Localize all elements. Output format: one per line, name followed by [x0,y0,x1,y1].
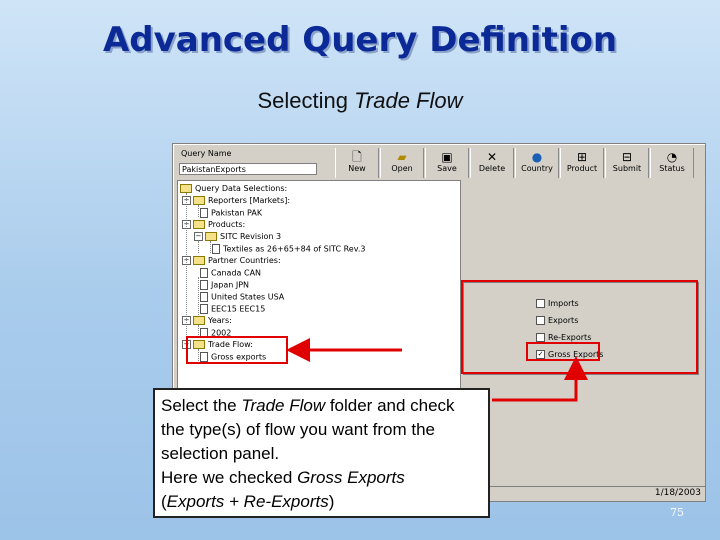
folder-icon [193,220,205,229]
document-icon [200,292,208,302]
collapse-icon[interactable]: − [182,316,191,325]
tree-products-label: Products: [208,220,246,229]
slide-subtitle: Selecting Trade Flow [0,88,720,114]
collapse-icon[interactable]: − [182,220,191,229]
slide-title: Advanced Query Definition [102,20,618,60]
collapse-icon[interactable]: − [182,196,191,205]
tree-years[interactable]: − Years: [182,316,232,326]
tree-partners[interactable]: − Partner Countries: [182,256,281,266]
tree-item-label: United States USA [211,292,285,302]
status-label: Status [659,164,685,173]
status-date: 1/18/2003 [654,488,701,498]
delete-button[interactable]: ✕ Delete [470,148,514,178]
save-button[interactable]: ▣ Save [425,148,469,178]
country-button[interactable]: ● Country [515,148,559,178]
callout-text: ) [328,492,335,511]
submit-icon: ⊟ [621,150,633,164]
document-icon [200,208,208,218]
status-icon: ◔ [666,150,678,164]
document-icon [200,268,208,278]
tree-sitc[interactable]: − SITC Revision 3 [194,232,281,242]
subtitle-emph: Trade Flow [354,88,463,113]
product-label: Product [566,164,598,173]
callout-text: Here we checked [161,468,298,487]
tree-item-label: Pakistan PAK [211,208,263,218]
tree-years-label: Years: [208,316,232,325]
folder-icon [193,256,205,265]
tree-product-item[interactable]: Textiles as 26+65+84 of SITC Rev.3 [212,244,365,255]
tree-root[interactable]: Query Data Selections: [180,184,287,194]
query-name-input[interactable]: PakistanExports [179,163,317,175]
submit-button[interactable]: ⊟ Submit [605,148,649,178]
tradeflow-highlight [186,336,288,364]
new-icon: 🗋 [352,150,362,164]
folder-icon [180,184,192,193]
collapse-icon[interactable]: − [194,232,203,241]
open-icon: ▰ [397,150,407,164]
tree-item-label: Canada CAN [211,268,262,278]
tree-partner-item[interactable]: EEC15 EEC15 [200,304,265,315]
tree-reporters-label: Reporters [Markets]: [208,196,291,205]
collapse-icon[interactable]: − [182,256,191,265]
new-button[interactable]: 🗋 New [335,148,379,178]
instruction-callout: Select the Trade Flow folder and check t… [153,388,490,518]
product-icon: ⊞ [576,150,588,164]
tree-item-label: Textiles as 26+65+84 of SITC Rev.3 [223,244,366,254]
open-label: Open [391,164,413,173]
subtitle-prefix: Selecting [257,88,355,113]
document-icon [200,304,208,314]
tree-partner-item[interactable]: United States USA [200,292,284,303]
tree-partner-item[interactable]: Canada CAN [200,268,261,279]
open-button[interactable]: ▰ Open [380,148,424,178]
status-button[interactable]: ◔ Status [650,148,694,178]
callout-text: Select the [161,396,242,415]
folder-icon [205,232,217,241]
save-icon: ▣ [441,150,453,164]
save-label: Save [437,164,457,173]
callout-emph: Exports + Re-Exports [166,492,329,511]
submit-label: Submit [612,164,642,173]
delete-icon: ✕ [486,150,498,164]
new-label: New [348,164,366,173]
page-number: 75 [670,506,684,519]
delete-label: Delete [478,164,506,173]
folder-icon [193,316,205,325]
tree-products[interactable]: − Products: [182,220,245,230]
toolbar: 🗋 New ▰ Open ▣ Save ✕ Delete ● Country ⊞… [335,148,700,180]
callout-emph: Trade Flow [241,396,326,415]
tree-reporters[interactable]: − Reporters [Markets]: [182,196,290,206]
globe-icon: ● [531,150,543,164]
query-name-label: Query Name [181,149,232,158]
country-label: Country [521,164,553,173]
product-button[interactable]: ⊞ Product [560,148,604,178]
tree-root-label: Query Data Selections: [195,184,288,193]
tree-sitc-label: SITC Revision 3 [220,232,282,241]
tree-partners-label: Partner Countries: [208,256,281,265]
document-icon [200,280,208,290]
tree-partner-item[interactable]: Japan JPN [200,280,249,291]
tree-reporter-item[interactable]: Pakistan PAK [200,208,262,219]
gross-exports-highlight [526,342,600,361]
tree-item-label: EEC15 EEC15 [211,304,266,314]
callout-emph: Gross Exports [297,468,405,487]
folder-icon [193,196,205,205]
document-icon [212,244,220,254]
tree-item-label: Japan JPN [211,280,250,290]
